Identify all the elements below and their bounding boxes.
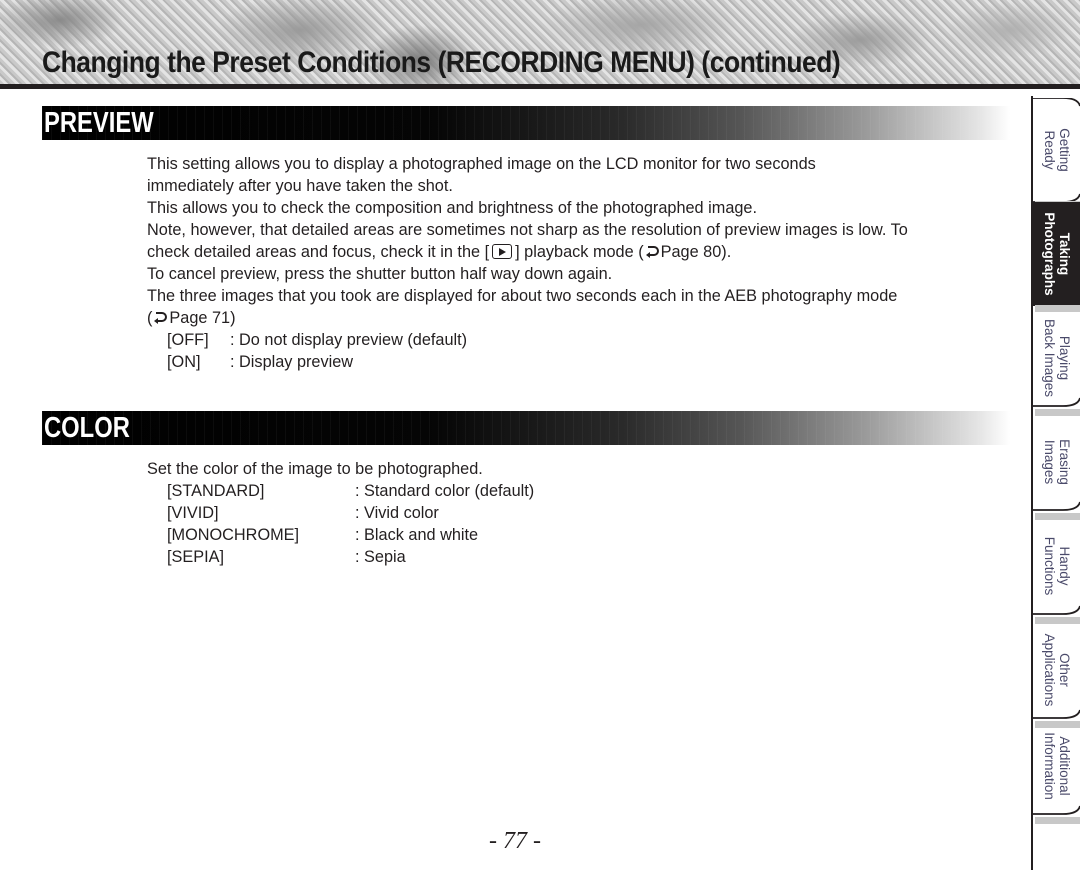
- preview-line-text: check detailed areas and focus, check it…: [147, 243, 490, 261]
- tab-label-line: Applications: [1041, 633, 1057, 707]
- tab-label: Handy Functions: [1042, 537, 1072, 596]
- tab-label: Playing Back Images: [1042, 319, 1072, 397]
- option-key: [MONOCHROME]: [167, 526, 300, 544]
- color-option-monochrome: [MONOCHROME] : Black and white: [147, 524, 534, 546]
- color-section-header: COLOR: [42, 411, 1010, 445]
- preview-line: The three images that you took are displ…: [147, 287, 898, 305]
- tab-label-line: Back Images: [1041, 318, 1057, 398]
- preview-line: This allows you to check the composition…: [147, 199, 758, 217]
- tab-label-line: Additional: [1056, 736, 1072, 796]
- tab-label: Getting Ready: [1042, 128, 1072, 172]
- color-option-sepia: [SEPIA] : Sepia: [147, 546, 534, 568]
- side-tab-taking-photographs[interactable]: Taking Photographs: [1033, 202, 1080, 312]
- tab-label: Other Applications: [1042, 634, 1072, 707]
- side-tab-other-applications[interactable]: Other Applications: [1033, 618, 1080, 728]
- color-option-vivid: [VIVID] : Vivid color: [147, 502, 534, 524]
- preview-line: This setting allows you to display a pho…: [147, 155, 816, 173]
- option-key: [STANDARD]: [167, 482, 265, 500]
- tab-label: Erasing Images: [1042, 439, 1072, 485]
- page-number: - 77 -: [489, 828, 541, 854]
- tab-label-line: Handy: [1056, 546, 1072, 586]
- page-reference-link[interactable]: Page 71): [169, 309, 235, 327]
- preview-line: To cancel preview, press the shutter but…: [147, 265, 613, 283]
- tab-label-line: Taking: [1056, 232, 1072, 276]
- title-divider: [0, 84, 1080, 89]
- option-key: [VIVID]: [167, 504, 219, 522]
- option-key: [SEPIA]: [167, 548, 225, 566]
- preview-line: check detailed areas and focus, check it…: [147, 241, 908, 263]
- preview-line: immediately after you have taken the sho…: [147, 177, 453, 195]
- page-reference-link[interactable]: Page 80).: [661, 243, 732, 261]
- page-reference-arrow-icon: [645, 246, 659, 258]
- tab-label-line: Getting: [1056, 128, 1072, 172]
- side-tab-handy-functions[interactable]: Handy Functions: [1033, 514, 1080, 624]
- option-desc: : Sepia: [355, 548, 406, 566]
- preview-option-on: [ON] : Display preview: [147, 351, 908, 373]
- side-tab-additional-information[interactable]: Additional Information: [1033, 714, 1080, 824]
- preview-line: ( Page 71): [147, 307, 908, 329]
- page-title: Changing the Preset Conditions (RECORDIN…: [42, 46, 841, 79]
- tab-label: Taking Photographs: [1042, 212, 1072, 295]
- tab-label-line: Information: [1041, 732, 1057, 800]
- playback-mode-icon: [492, 244, 513, 259]
- tab-label-line: Photographs: [1041, 212, 1057, 296]
- option-key: [OFF]: [167, 331, 209, 349]
- side-tab-getting-ready[interactable]: Getting Ready: [1033, 98, 1080, 208]
- tab-label-line: Other: [1056, 653, 1072, 687]
- tab-label-line: Erasing: [1056, 439, 1072, 485]
- option-desc: : Do not display preview (default): [230, 331, 468, 349]
- color-body: Set the color of the image to be photogr…: [147, 458, 534, 568]
- option-key: [ON]: [167, 353, 201, 371]
- preview-section-header: PREVIEW: [42, 106, 1010, 140]
- side-tab-erasing-images[interactable]: Erasing Images: [1033, 410, 1080, 520]
- tab-label-line: Ready: [1041, 130, 1057, 170]
- preview-option-off: [OFF] : Do not display preview (default): [147, 329, 908, 351]
- tab-shadow: [1035, 817, 1080, 824]
- option-desc: : Standard color (default): [355, 482, 535, 500]
- page-reference-arrow-icon: [154, 312, 168, 324]
- option-desc: : Vivid color: [355, 504, 439, 522]
- preview-line-text: ] playback mode (: [515, 243, 644, 261]
- color-option-standard: [STANDARD] : Standard color (default): [147, 480, 534, 502]
- option-desc: : Black and white: [355, 526, 479, 544]
- color-intro: Set the color of the image to be photogr…: [147, 460, 483, 478]
- color-heading: COLOR: [44, 412, 130, 444]
- side-tab-playing-back-images[interactable]: Playing Back Images: [1033, 306, 1080, 416]
- preview-line-text: (: [147, 309, 153, 327]
- option-desc: : Display preview: [230, 353, 354, 371]
- preview-line: Note, however, that detailed areas are s…: [147, 221, 908, 239]
- tab-label-line: Playing: [1056, 335, 1072, 381]
- tab-label-line: Functions: [1041, 536, 1057, 596]
- preview-heading: PREVIEW: [44, 107, 154, 139]
- tab-label: Additional Information: [1042, 732, 1072, 800]
- tab-label-line: Images: [1041, 439, 1057, 485]
- preview-body: This setting allows you to display a pho…: [147, 153, 908, 373]
